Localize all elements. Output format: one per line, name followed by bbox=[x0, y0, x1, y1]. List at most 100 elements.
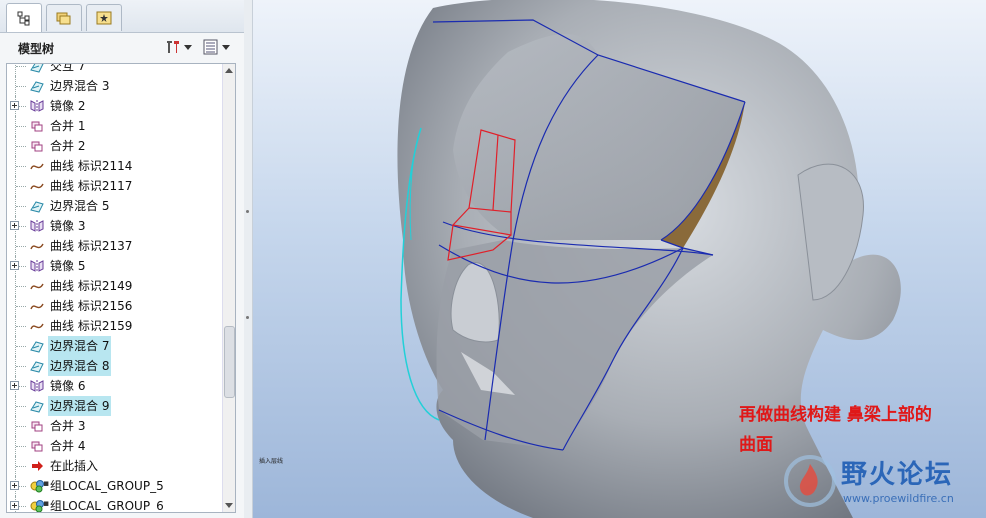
tree-item-label: 曲线 标识2149 bbox=[50, 279, 133, 293]
tree-item[interactable]: 边界混合 8 bbox=[7, 356, 223, 376]
scroll-down-icon[interactable] bbox=[225, 503, 233, 508]
merge-icon bbox=[29, 118, 45, 134]
blend-boundary-icon bbox=[29, 198, 45, 214]
tree-item-label: 镜像 3 bbox=[50, 219, 86, 233]
tree-item[interactable]: 边界混合 9 bbox=[7, 396, 223, 416]
group-icon bbox=[29, 478, 45, 494]
splitter-grip bbox=[246, 210, 249, 213]
tree-item[interactable]: ▪ 组LOCAL_GROUP_5 bbox=[7, 476, 223, 496]
tree-item[interactable]: 曲线 标识2156 bbox=[7, 296, 223, 316]
tree-item-label: 组LOCAL_GROUP_6 bbox=[50, 499, 164, 513]
tree-item-label: 在此插入 bbox=[50, 459, 99, 473]
mirror-icon bbox=[29, 378, 45, 394]
tree-columns-button[interactable] bbox=[200, 37, 232, 57]
tree-item-label: 边界混合 7 bbox=[48, 336, 112, 356]
tree-item-label: 边界混合 8 bbox=[48, 356, 112, 376]
chevron-down-icon bbox=[222, 44, 230, 50]
curve-icon bbox=[29, 178, 45, 194]
tree-item-label: 组LOCAL_GROUP_5 bbox=[50, 479, 164, 493]
blend-boundary-icon bbox=[29, 64, 45, 74]
tree-item[interactable]: 合并 1 bbox=[7, 116, 223, 136]
expand-toggle-icon[interactable] bbox=[10, 261, 19, 270]
tree-item[interactable]: 合并 4 bbox=[7, 436, 223, 456]
expand-toggle-icon[interactable] bbox=[10, 221, 19, 230]
chevron-down-icon bbox=[184, 44, 192, 50]
tree-item[interactable]: 镜像 5 bbox=[7, 256, 223, 276]
tree-item-label: 边界混合 3 bbox=[50, 79, 110, 93]
model-tree: 交互 7 边界混合 3 镜像 2 合并 1 合并 2 曲线 标识2114 曲线 标识2117… bbox=[6, 63, 236, 513]
graphics-viewport[interactable]: 插入层线 再做曲线构建 鼻梁上部的 曲面 野火论坛 www.proewildfi… bbox=[253, 0, 986, 518]
watermark-title: 野火论坛 bbox=[841, 460, 954, 490]
tree-item-label: 镜像 2 bbox=[50, 99, 86, 113]
tree-item-label: 曲线 标识2137 bbox=[50, 239, 133, 253]
tree-item-label: 曲线 标识2159 bbox=[50, 319, 133, 333]
tree-item[interactable]: 曲线 标识2137 bbox=[7, 236, 223, 256]
folders-icon bbox=[56, 12, 71, 25]
tree-item-label: 曲线 标识2114 bbox=[50, 159, 133, 173]
tree-item-label: 交互 7 bbox=[50, 63, 86, 73]
tree-item[interactable]: 边界混合 7 bbox=[7, 336, 223, 356]
tree-item[interactable]: 交互 7 bbox=[7, 63, 223, 76]
tree-title: 模型树 bbox=[18, 42, 55, 56]
model-tree-panel: 模型树 交互 7 边界混合 3 镜像 2 合并 1 合并 2 曲线 标识2114 曲线 标识… bbox=[0, 0, 245, 518]
merge-icon bbox=[29, 438, 45, 454]
scroll-up-icon[interactable] bbox=[225, 68, 233, 73]
caption-line-1: 再做曲线构建 鼻梁上部的 bbox=[739, 405, 932, 425]
expand-toggle-icon[interactable] bbox=[10, 501, 19, 510]
datum-label: 插入层线 bbox=[259, 458, 284, 465]
tree-item[interactable]: 镜像 2 bbox=[7, 96, 223, 116]
blend-boundary-icon bbox=[29, 398, 45, 414]
tree-item[interactable]: 边界混合 3 bbox=[7, 76, 223, 96]
tree-item-label: 合并 1 bbox=[50, 119, 86, 133]
splitter-grip bbox=[246, 316, 249, 319]
tree-item-label: 合并 3 bbox=[50, 419, 86, 433]
tree-item[interactable]: 边界混合 5 bbox=[7, 196, 223, 216]
tree-item-label: 边界混合 5 bbox=[50, 199, 110, 213]
blend-boundary-icon bbox=[29, 358, 45, 374]
tree-toolbar bbox=[162, 37, 232, 57]
tree-item[interactable]: 曲线 标识2117 bbox=[7, 176, 223, 196]
navigator-tabs bbox=[0, 0, 244, 33]
tree-item[interactable]: 曲线 标识2159 bbox=[7, 316, 223, 336]
merge-icon bbox=[29, 138, 45, 154]
tree-settings-button[interactable] bbox=[162, 37, 194, 57]
folder-browser-tab[interactable] bbox=[46, 4, 82, 31]
expand-toggle-icon[interactable] bbox=[10, 481, 19, 490]
tree-item-label: 曲线 标识2156 bbox=[50, 299, 133, 313]
group-icon bbox=[29, 498, 45, 512]
mirror-icon bbox=[29, 218, 45, 234]
tree-item-label: 合并 4 bbox=[50, 439, 86, 453]
tree-item[interactable]: 镜像 3 bbox=[7, 216, 223, 236]
curve-icon bbox=[29, 238, 45, 254]
curve-icon bbox=[29, 318, 45, 334]
scroll-thumb[interactable] bbox=[224, 326, 235, 398]
merge-icon bbox=[29, 418, 45, 434]
tree-item[interactable]: 曲线 标识2114 bbox=[7, 156, 223, 176]
tree-item[interactable]: 合并 3 bbox=[7, 416, 223, 436]
mirror-icon bbox=[29, 258, 45, 274]
tree-item[interactable]: 在此插入 bbox=[7, 456, 223, 476]
blend-boundary-icon bbox=[29, 338, 45, 354]
model-tree-tab[interactable] bbox=[6, 3, 42, 32]
tree-item[interactable]: ▪ 组LOCAL_GROUP_6 bbox=[7, 496, 223, 513]
flame-logo-icon bbox=[784, 455, 836, 507]
tree-item-label: 合并 2 bbox=[50, 139, 86, 153]
expand-toggle-icon[interactable] bbox=[10, 381, 19, 390]
panel-splitter[interactable] bbox=[244, 0, 253, 518]
tree-item[interactable]: 曲线 标识2149 bbox=[7, 276, 223, 296]
insert-here-arrow-icon bbox=[29, 458, 45, 474]
tree-scrollbar[interactable] bbox=[222, 64, 235, 512]
tree-item[interactable]: 合并 2 bbox=[7, 136, 223, 156]
tree-columns-icon bbox=[203, 39, 218, 55]
watermark-url: www.proewildfire.cn bbox=[843, 492, 954, 505]
curve-icon bbox=[29, 298, 45, 314]
watermark: 野火论坛 www.proewildfire.cn bbox=[781, 452, 986, 514]
tree-item-label: 边界混合 9 bbox=[48, 396, 112, 416]
favorites-icon bbox=[96, 11, 112, 25]
tree-item[interactable]: 镜像 6 bbox=[7, 376, 223, 396]
tree-settings-icon bbox=[167, 41, 179, 53]
favorites-tab[interactable] bbox=[86, 4, 122, 31]
curve-icon bbox=[29, 158, 45, 174]
tree-list: 交互 7 边界混合 3 镜像 2 合并 1 合并 2 曲线 标识2114 曲线 标识2117… bbox=[7, 63, 223, 513]
expand-toggle-icon[interactable] bbox=[10, 101, 19, 110]
